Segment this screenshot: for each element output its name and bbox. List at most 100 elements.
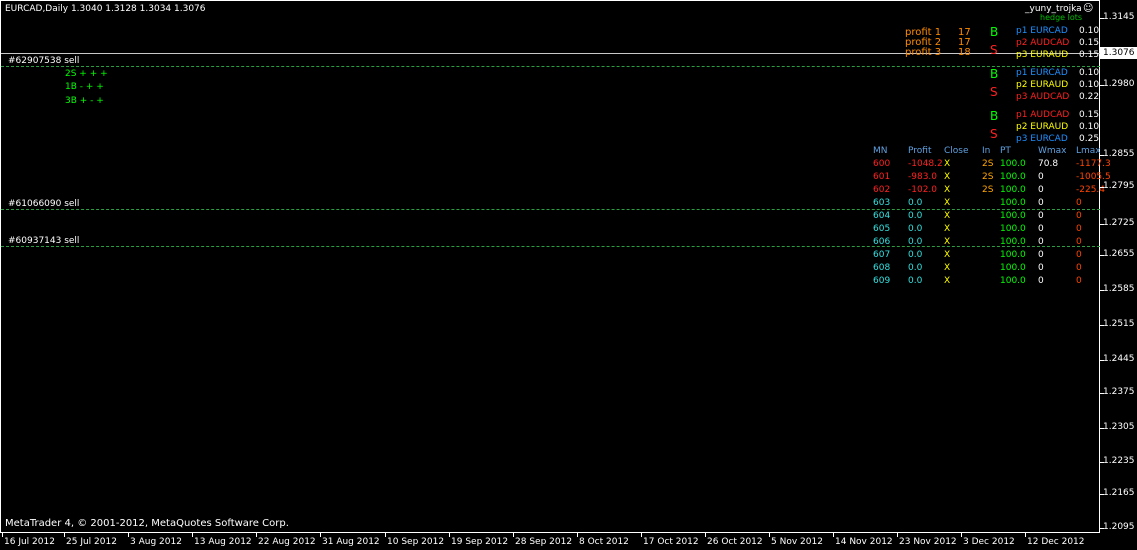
table-row: 605 0.0 X 100.0 0 0	[872, 224, 1098, 237]
pair-label: p1 EURCAD	[1016, 68, 1068, 78]
table-cell-close: X	[944, 159, 951, 169]
table-cell-pt: 100.0	[1000, 224, 1026, 234]
current-price-tag: 1.3076	[1100, 47, 1137, 59]
table-cell-close: X	[944, 224, 951, 234]
table-header-cell: Close	[944, 146, 969, 156]
date-label: 17 Oct 2012	[643, 537, 699, 547]
table-cell-wmax: 0	[1038, 185, 1044, 195]
table-row: 600 -1048.2 X 2S 100.0 70.8 -1177.3	[872, 159, 1111, 172]
table-cell-wmax: 0	[1038, 237, 1044, 247]
pair-label: p3 AUDCAD	[1016, 92, 1070, 102]
lot-value: 0.10	[1079, 122, 1100, 132]
table-cell-mn: 607	[873, 250, 891, 260]
table-cell-pt: 100.0	[1000, 198, 1026, 208]
date-label: 23 Nov 2012	[899, 537, 957, 547]
table-cell-profit: 0.0	[908, 224, 923, 234]
sell-indicator: S	[990, 127, 998, 141]
date-label: 12 Dec 2012	[1027, 537, 1085, 547]
table-cell-mn: 603	[873, 198, 891, 208]
copyright-text: MetaTrader 4, © 2001-2012, MetaQuotes So…	[5, 518, 289, 529]
table-cell-profit: 0.0	[908, 237, 923, 247]
price-tick	[1100, 224, 1104, 225]
signal-label: 1B - + +	[65, 82, 104, 92]
table-cell-pt: 100.0	[1000, 185, 1026, 195]
date-tick	[2, 533, 3, 537]
date-tick	[833, 533, 834, 537]
table-cell-lmax: 0	[1076, 276, 1082, 286]
table-cell-wmax: 0	[1038, 250, 1044, 260]
table-cell-pt: 100.0	[1000, 237, 1026, 247]
table-row: 606 0.0 X 100.0 0 0	[872, 237, 1098, 250]
sell-indicator: S	[990, 85, 998, 99]
price-label: 1.2980	[1103, 79, 1135, 89]
price-tick	[1100, 155, 1104, 156]
date-tick	[449, 533, 450, 537]
profit-label: profit 3	[905, 47, 942, 58]
order-line[interactable]	[1, 66, 1100, 67]
price-label: 1.2305	[1103, 422, 1135, 432]
lot-value: 0.10	[1079, 80, 1100, 90]
pair-label: p3 EURAUD	[1016, 50, 1069, 60]
date-tick	[577, 533, 578, 537]
table-cell-close: X	[944, 276, 951, 286]
order-label: #62907538 sell	[8, 56, 80, 66]
table-row: 603 0.0 X 100.0 0 0	[872, 198, 1098, 211]
table-row: 608 0.0 X 100.0 0 0	[872, 263, 1098, 276]
table-cell-lmax: 0	[1076, 211, 1082, 221]
table-cell-lmax: 0	[1076, 263, 1082, 273]
table-cell-mn: 602	[873, 185, 891, 195]
buy-indicator: B	[990, 25, 999, 39]
lot-value: 0.10	[1079, 26, 1100, 36]
pair-label: p2 EURAUD	[1016, 122, 1069, 132]
date-tick	[769, 533, 770, 537]
pair-label: p2 EURAUD	[1016, 80, 1069, 90]
date-tick	[64, 533, 65, 537]
lot-value: 0.10	[1079, 68, 1100, 78]
pair-label: p1 AUDCAD	[1016, 110, 1070, 120]
table-cell-mn: 600	[873, 159, 891, 169]
table-cell-profit: -102.0	[908, 185, 938, 195]
date-label: 3 Aug 2012	[130, 537, 182, 547]
lot-value: 0.15	[1079, 50, 1100, 60]
date-label: 19 Sep 2012	[451, 537, 509, 547]
table-row: 601 -983.0 X 2S 100.0 0 -1005.5	[872, 172, 1111, 185]
price-label: 1.2375	[1103, 387, 1135, 397]
price-label: 1.2855	[1103, 149, 1135, 159]
price-tick	[1100, 290, 1104, 291]
table-cell-profit: 0.0	[908, 263, 923, 273]
pair-label: p3 EURCAD	[1016, 134, 1068, 144]
table-cell-pt: 100.0	[1000, 159, 1026, 169]
table-cell-pt: 100.0	[1000, 250, 1026, 260]
table-cell-mn: 609	[873, 276, 891, 286]
table-cell-in: 2S	[982, 172, 994, 182]
date-label: 26 Oct 2012	[707, 537, 763, 547]
order-label: #61066090 sell	[8, 199, 80, 209]
table-cell-mn: 605	[873, 224, 891, 234]
price-label: 1.2165	[1103, 488, 1135, 498]
table-header-cell: MN	[873, 146, 888, 156]
date-label: 14 Nov 2012	[835, 537, 893, 547]
price-label: 1.2095	[1103, 522, 1135, 532]
table-header-cell: Wmax	[1038, 146, 1067, 156]
price-tick	[1100, 187, 1104, 188]
table-cell-close: X	[944, 250, 951, 260]
price-label: 1.2445	[1103, 354, 1135, 364]
table-cell-mn: 601	[873, 172, 891, 182]
table-header-cell: PT	[1000, 146, 1011, 156]
stats-table: MN Profit Close In PT Wmax Lmax 600 -1048.2 X 2S 1…	[872, 146, 1111, 289]
pair-label: p2 AUDCAD	[1016, 38, 1070, 48]
date-label: 13 Aug 2012	[194, 537, 252, 547]
date-label: 31 Aug 2012	[322, 537, 380, 547]
table-cell-close: X	[944, 185, 951, 195]
price-tick	[1100, 360, 1104, 361]
date-tick	[705, 533, 706, 537]
table-header-cell: Lmax	[1076, 146, 1101, 156]
table-cell-lmax: 0	[1076, 250, 1082, 260]
date-label: 3 Dec 2012	[963, 537, 1015, 547]
price-label: 1.2585	[1103, 284, 1135, 294]
table-cell-wmax: 0	[1038, 263, 1044, 273]
table-cell-mn: 604	[873, 211, 891, 221]
date-tick	[961, 533, 962, 537]
date-label: 28 Sep 2012	[515, 537, 573, 547]
table-cell-wmax: 0	[1038, 276, 1044, 286]
